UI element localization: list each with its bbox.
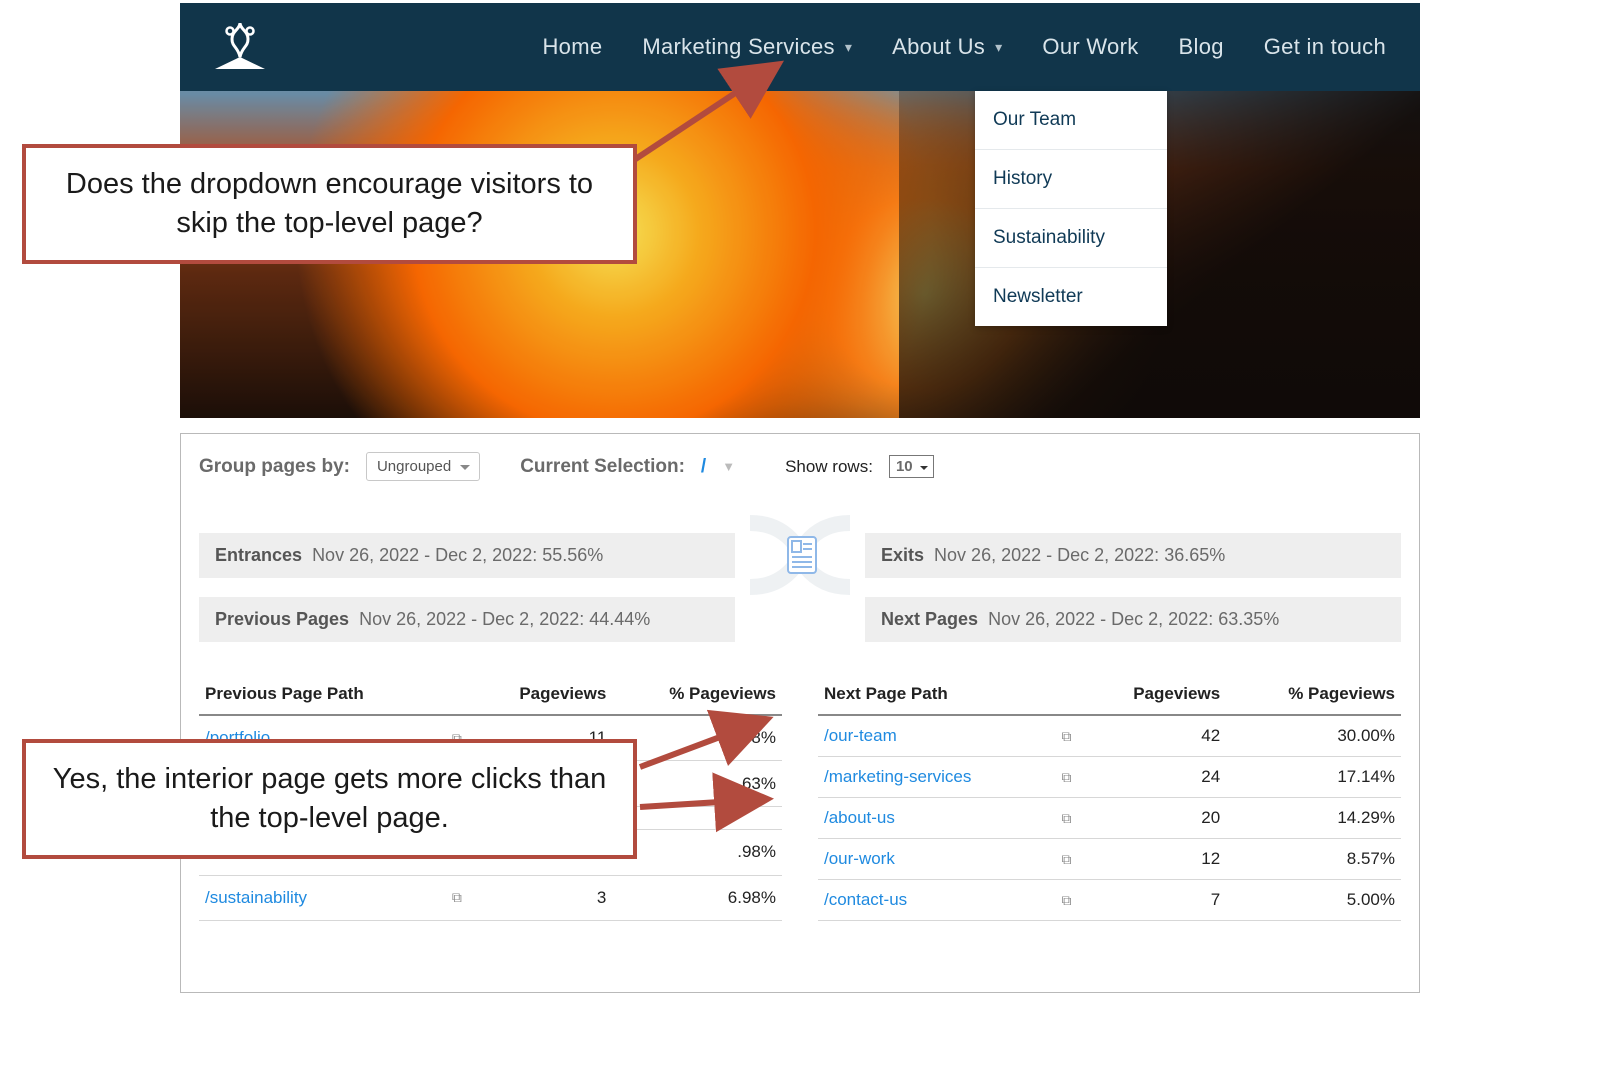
show-rows-label: Show rows:: [785, 457, 873, 477]
next-pages-label: Next Pages: [881, 609, 978, 629]
nav-get-in-touch[interactable]: Get in touch: [1264, 34, 1386, 60]
about-us-dropdown: Our Team History Sustainability Newslett…: [975, 91, 1167, 326]
pct-value: .63%: [612, 761, 782, 806]
callout-text: Yes, the interior page gets more clicks …: [48, 760, 611, 838]
dropdown-label: Our Team: [993, 109, 1076, 130]
nav-our-work[interactable]: Our Work: [1042, 34, 1138, 60]
dropdown-history[interactable]: History: [975, 149, 1167, 208]
table-row[interactable]: /sustainability⧉36.98%: [199, 875, 782, 920]
external-link-icon[interactable]: ⧉: [1053, 715, 1081, 757]
chevron-down-icon: ▼: [722, 459, 735, 474]
dropdown-newsletter[interactable]: Newsletter: [975, 267, 1167, 326]
group-by-label: Group pages by:: [199, 456, 350, 478]
table-row[interactable]: /about-us⧉2014.29%: [818, 798, 1401, 839]
path-link[interactable]: /about-us: [818, 798, 1053, 839]
nav-links: Home Marketing Services ▾ About Us ▾ Our W…: [542, 34, 1386, 60]
callout-text: Does the dropdown encourage visitors to …: [48, 165, 611, 243]
nav-about-us[interactable]: About Us ▾: [892, 34, 1002, 60]
nav-marketing-services[interactable]: Marketing Services ▾: [642, 34, 852, 60]
table-row[interactable]: /our-team⧉4230.00%: [818, 715, 1401, 757]
pageviews-value: 3: [471, 875, 612, 920]
nav-home[interactable]: Home: [542, 34, 602, 60]
path-link[interactable]: /contact-us: [818, 880, 1053, 921]
pct-value: 17.14%: [1226, 757, 1401, 798]
pct-value: 5.00%: [1226, 880, 1401, 921]
previous-pages-label: Previous Pages: [215, 609, 349, 629]
pageviews-value: 24: [1081, 757, 1227, 798]
external-link-icon[interactable]: ⧉: [1053, 839, 1081, 880]
next-pages-table: Next Page Path Pageviews % Pageviews /ou…: [818, 676, 1401, 921]
chevron-down-icon: ▾: [995, 39, 1002, 56]
nav-label: About Us: [892, 34, 985, 60]
entrances-value: Nov 26, 2022 - Dec 2, 2022: 55.56%: [312, 545, 603, 565]
dropdown-label: Newsletter: [993, 286, 1083, 307]
col-pageviews: Pageviews: [471, 676, 612, 715]
site-logo[interactable]: [210, 17, 270, 77]
analytics-toolbar: Group pages by: Ungrouped Current Select…: [199, 452, 1401, 481]
entrances-label: Entrances: [215, 545, 302, 565]
show-rows-select[interactable]: 10: [889, 455, 934, 478]
pageviews-value: 7: [1081, 880, 1227, 921]
col-pct-pageviews: % Pageviews: [1226, 676, 1401, 715]
dropdown-our-team[interactable]: Our Team: [975, 91, 1167, 149]
external-link-icon[interactable]: ⧉: [443, 875, 471, 920]
pct-value: 25.58%: [612, 715, 782, 761]
previous-pages-bar: Previous Pages Nov 26, 2022 - Dec 2, 202…: [199, 597, 735, 642]
pct-value: 6.98%: [612, 875, 782, 920]
external-link-icon[interactable]: ⧉: [1053, 880, 1081, 921]
chevron-down-icon: ▾: [845, 39, 852, 56]
dropdown-label: Sustainability: [993, 227, 1105, 248]
path-link[interactable]: /marketing-services: [818, 757, 1053, 798]
nav-label: Get in touch: [1264, 34, 1386, 60]
previous-pages-value: Nov 26, 2022 - Dec 2, 2022: 44.44%: [359, 609, 650, 629]
external-link-icon[interactable]: ⧉: [1053, 798, 1081, 839]
group-by-select[interactable]: Ungrouped: [366, 452, 480, 481]
nav-label: Home: [542, 34, 602, 60]
pageviews-value: 42: [1081, 715, 1227, 757]
pct-value: 30.00%: [1226, 715, 1401, 757]
exits-bar: Exits Nov 26, 2022 - Dec 2, 2022: 36.65%: [865, 533, 1401, 578]
table-row[interactable]: /marketing-services⧉2417.14%: [818, 757, 1401, 798]
group-by-value: Ungrouped: [377, 458, 451, 475]
annotation-callout-answer: Yes, the interior page gets more clicks …: [22, 739, 637, 859]
flow-summary: Entrances Nov 26, 2022 - Dec 2, 2022: 55…: [199, 525, 1401, 642]
table-row[interactable]: /contact-us⧉75.00%: [818, 880, 1401, 921]
next-pages-bar: Next Pages Nov 26, 2022 - Dec 2, 2022: 6…: [865, 597, 1401, 642]
dropdown-sustainability[interactable]: Sustainability: [975, 208, 1167, 267]
analytics-panel: Group pages by: Ungrouped Current Select…: [180, 433, 1420, 993]
table-row[interactable]: /our-work⧉128.57%: [818, 839, 1401, 880]
next-pages-value: Nov 26, 2022 - Dec 2, 2022: 63.35%: [988, 609, 1279, 629]
pct-value: .98%: [612, 830, 782, 875]
external-link-icon[interactable]: ⧉: [1053, 757, 1081, 798]
entrances-bar: Entrances Nov 26, 2022 - Dec 2, 2022: 55…: [199, 533, 735, 578]
path-link[interactable]: /our-work: [818, 839, 1053, 880]
exits-value: Nov 26, 2022 - Dec 2, 2022: 36.65%: [934, 545, 1225, 565]
col-next-path: Next Page Path: [818, 676, 1053, 715]
show-rows-value: 10: [896, 458, 913, 475]
pageviews-value: 12: [1081, 839, 1227, 880]
pct-value: [612, 806, 782, 829]
nav-label: Marketing Services: [642, 34, 834, 60]
col-pageviews: Pageviews: [1081, 676, 1227, 715]
pageviews-value: 20: [1081, 798, 1227, 839]
pct-value: 8.57%: [1226, 839, 1401, 880]
nav-label: Our Work: [1042, 34, 1138, 60]
navbar: Home Marketing Services ▾ About Us ▾ Our W…: [180, 3, 1420, 91]
selection-label: Current Selection:: [520, 456, 685, 478]
nav-label: Blog: [1179, 34, 1224, 60]
selection-value[interactable]: /: [701, 456, 706, 478]
col-prev-path: Previous Page Path: [199, 676, 443, 715]
dropdown-label: History: [993, 168, 1052, 189]
path-link[interactable]: /sustainability: [199, 875, 443, 920]
pct-value: 14.29%: [1226, 798, 1401, 839]
nav-blog[interactable]: Blog: [1179, 34, 1224, 60]
col-pct-pageviews: % Pageviews: [612, 676, 782, 715]
exits-label: Exits: [881, 545, 924, 565]
path-link[interactable]: /our-team: [818, 715, 1053, 757]
flow-diagram-icon: [744, 525, 856, 585]
annotation-callout-question: Does the dropdown encourage visitors to …: [22, 144, 637, 264]
